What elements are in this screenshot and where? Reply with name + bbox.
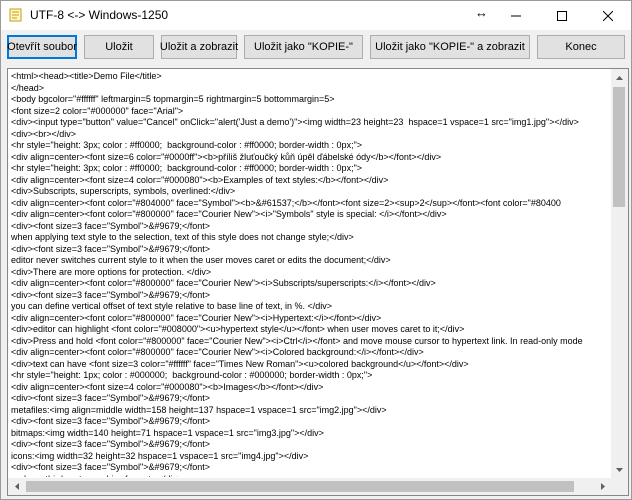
source-line: <div>text can have <font size=3 color="#… <box>11 358 469 369</box>
vertical-scroll-thumb[interactable] <box>613 87 625 207</box>
source-line: <div>editor can highlight <font color="#… <box>11 324 465 334</box>
source-line: <div align=center><font color="#800000" … <box>11 312 382 323</box>
source-line: <div><font size=3 face="Symbol">&#9679;<… <box>11 439 211 449</box>
source-line: <div><font size=3 face="Symbol">&#9679;<… <box>11 462 211 472</box>
maximize-button[interactable] <box>539 1 585 30</box>
source-line: <div>Press and hold <font color="#800000… <box>11 335 583 346</box>
source-line: <div align=center><font color="#800000" … <box>11 347 424 357</box>
window-title: UTF-8 <-> Windows-1250 <box>30 8 169 22</box>
title-bar[interactable]: UTF-8 <-> Windows-1250 ↔ <box>1 1 631 30</box>
close-window-button[interactable] <box>585 1 631 30</box>
source-text[interactable]: <html><head><title>Demo File</title> </he… <box>11 71 611 477</box>
source-line: <body bgcolor="#ffffff" leftmargin=5 top… <box>11 94 335 104</box>
vertical-scrollbar[interactable] <box>611 69 628 478</box>
source-line: <div>Subscripts, superscripts, symbols, … <box>11 186 236 196</box>
source-line: <div><font size=3 face="Symbol">&#9679;<… <box>11 289 211 300</box>
source-line: <div><br></div> <box>11 128 77 139</box>
source-line: metafiles:<img align=middle width=158 he… <box>11 404 387 415</box>
source-line: <div><input type="button" value="Cancel"… <box>11 117 579 127</box>
scrollbar-corner <box>611 478 628 495</box>
horizontal-scrollbar[interactable] <box>8 478 611 495</box>
source-line: <div>There are more options for protecti… <box>11 266 212 277</box>
app-window: UTF-8 <-> Windows-1250 ↔ Otevřít soubor … <box>0 0 632 500</box>
source-line: <div align=center><font size=6 color="#0… <box>11 151 442 162</box>
source-line: <div align=center><font size=4 color="#0… <box>11 381 324 392</box>
scroll-up-button[interactable] <box>611 69 628 86</box>
scroll-left-button[interactable] <box>8 478 25 495</box>
scroll-up-icon <box>616 75 623 80</box>
save-as-copy-button[interactable]: Uložit jako "KOPIE-" <box>244 35 363 59</box>
app-icon <box>9 8 22 22</box>
source-line: editor never switches current style to i… <box>11 255 391 265</box>
source-line: <div align=center><font color="#800000" … <box>11 209 447 219</box>
source-line: <hr style="height: 3px; color : #ff0000;… <box>11 140 363 150</box>
source-line: <div><font size=3 face="Symbol">&#9679;<… <box>11 220 211 231</box>
exit-button[interactable]: Konec <box>537 35 625 59</box>
source-line: <div><font size=3 face="Symbol">&#9679;<… <box>11 416 211 426</box>
source-line: and any third-party graphics formats;</d… <box>11 474 611 478</box>
source-line: you can define vertical offset of text s… <box>11 301 333 311</box>
minimize-icon <box>511 15 521 16</box>
save-and-show-button[interactable]: Uložit a zobrazit <box>160 35 238 59</box>
source-line: <div><font size=3 face="Symbol">&#9679;<… <box>11 393 211 403</box>
scroll-right-button[interactable] <box>594 478 611 495</box>
resize-cursor-icon: ↔ <box>475 5 488 20</box>
source-line: bitmaps:<img width=140 height=71 hspace=… <box>11 427 324 438</box>
source-line: <div align=center><font size=4 color="#0… <box>11 174 389 185</box>
source-line: <html><head><title>Demo File</title> <box>11 71 162 81</box>
maximize-icon <box>557 10 567 21</box>
source-line: <hr style="height: 3px; color : #ff0000;… <box>11 163 363 173</box>
source-line: <div><font size=3 face="Symbol">&#9679;<… <box>11 243 211 254</box>
source-line: </head> <box>11 82 45 93</box>
scroll-down-icon <box>616 467 623 472</box>
scroll-left-icon <box>14 483 19 490</box>
save-as-copy-and-show-button[interactable]: Uložit jako "KOPIE-" a zobrazit <box>370 35 530 59</box>
source-line: <div align=center><font color="#804000" … <box>11 197 561 208</box>
source-line: <font size=2 color="#000000" face="Arial… <box>11 105 184 116</box>
source-editor[interactable]: <html><head><title>Demo File</title> </he… <box>7 68 629 496</box>
minimize-button[interactable] <box>493 1 539 30</box>
scroll-down-button[interactable] <box>611 461 628 478</box>
save-button[interactable]: Uložit <box>84 35 154 59</box>
source-line: when applying text style to the selectio… <box>11 232 354 242</box>
source-line: <div align=center><font color="#800000" … <box>11 278 436 288</box>
horizontal-scroll-thumb[interactable] <box>26 481 574 492</box>
close-icon <box>603 10 613 21</box>
source-line: icons:<img width=32 height=32 hspace=1 v… <box>11 450 309 461</box>
scroll-right-icon <box>600 483 605 490</box>
source-line: <hr style="height: 1px; color : #000000;… <box>11 370 373 380</box>
open-file-button[interactable]: Otevřít soubor <box>7 35 77 59</box>
